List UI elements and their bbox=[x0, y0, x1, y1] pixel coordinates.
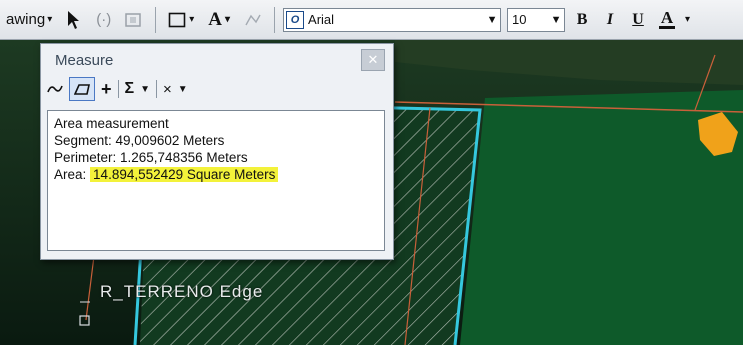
measure-line-icon[interactable] bbox=[47, 78, 63, 100]
measure-area-icon[interactable] bbox=[69, 77, 95, 101]
measure-title: Measure bbox=[55, 51, 114, 69]
font-name-value: Arial bbox=[308, 12, 335, 27]
rectangle-tool-icon[interactable]: ▾ bbox=[164, 6, 198, 34]
chevron-down-icon[interactable]: ▼ bbox=[140, 78, 150, 100]
font-color-swatch bbox=[659, 26, 676, 29]
arcmap-window: awing ▾ (·) ▾ A ▾ O Arial ▼ 10 ▼ B I U A… bbox=[0, 0, 743, 345]
chevron-down-icon: ▾ bbox=[47, 14, 53, 25]
zoom-to-selected-icon[interactable] bbox=[121, 6, 147, 34]
measure-results-panel: Area measurement Segment: 49,009602 Mete… bbox=[47, 110, 385, 251]
clear-results-icon[interactable]: × bbox=[163, 78, 172, 100]
measure-titlebar[interactable]: Measure ✕ bbox=[41, 44, 393, 76]
select-elements-arrow-icon[interactable] bbox=[62, 6, 86, 34]
area-value-highlighted: 14.894,552429 Square Meters bbox=[90, 167, 279, 182]
area-label: Area: bbox=[54, 167, 87, 182]
segment-result: Segment: 49,009602 Meters bbox=[54, 133, 225, 148]
chevron-down-icon[interactable]: ▼ bbox=[484, 14, 500, 26]
drawing-menu-label: awing bbox=[6, 11, 46, 28]
close-icon: ✕ bbox=[367, 52, 379, 67]
area-result: Area: 14.894,552429 Square Meters bbox=[54, 166, 378, 183]
toolbar-separator bbox=[117, 80, 119, 98]
italic-button[interactable]: I bbox=[599, 6, 621, 34]
chevron-down-icon: ▾ bbox=[189, 14, 195, 25]
measure-toolbar: + Σ ▼ × ▼ bbox=[41, 76, 393, 102]
measure-mode-text: Area measurement bbox=[54, 116, 169, 131]
new-text-tool-icon[interactable]: A ▾ bbox=[204, 6, 234, 34]
drawing-menu[interactable]: awing ▾ bbox=[2, 6, 56, 34]
font-type-icon: O bbox=[286, 10, 305, 29]
parcel-layer-label: R_TERRENO Edge bbox=[100, 282, 264, 301]
bold-button[interactable]: B bbox=[571, 6, 593, 34]
font-name-select[interactable]: O Arial ▼ bbox=[283, 7, 502, 32]
chevron-down-icon[interactable]: ▼ bbox=[548, 14, 564, 26]
font-size-value: 10 bbox=[512, 12, 527, 27]
font-color-button[interactable]: A bbox=[655, 6, 679, 34]
chevron-down-icon[interactable]: ▾ bbox=[685, 6, 690, 34]
font-color-label: A bbox=[660, 8, 674, 27]
rotate-icon[interactable]: (·) bbox=[92, 6, 115, 34]
font-size-select[interactable]: 10 ▼ bbox=[507, 7, 566, 32]
edit-vertices-icon[interactable] bbox=[240, 6, 266, 34]
close-button[interactable]: ✕ bbox=[361, 49, 385, 71]
chevron-down-icon[interactable]: ▼ bbox=[178, 78, 188, 100]
toolbar-separator bbox=[156, 80, 158, 98]
measure-window: Measure ✕ + Σ ▼ × ▼ Area measurement Seg… bbox=[40, 43, 394, 260]
underline-button[interactable]: U bbox=[627, 6, 649, 34]
drawing-toolbar: awing ▾ (·) ▾ A ▾ O Arial ▼ 10 ▼ B I U A… bbox=[0, 0, 743, 40]
show-total-sigma-icon[interactable]: Σ bbox=[125, 78, 135, 100]
toolbar-separator bbox=[274, 6, 276, 33]
chevron-down-icon: ▾ bbox=[225, 14, 231, 25]
perimeter-result: Perimeter: 1.265,748356 Meters bbox=[54, 150, 248, 165]
measure-feature-icon[interactable]: + bbox=[101, 78, 112, 100]
toolbar-separator bbox=[155, 6, 157, 33]
